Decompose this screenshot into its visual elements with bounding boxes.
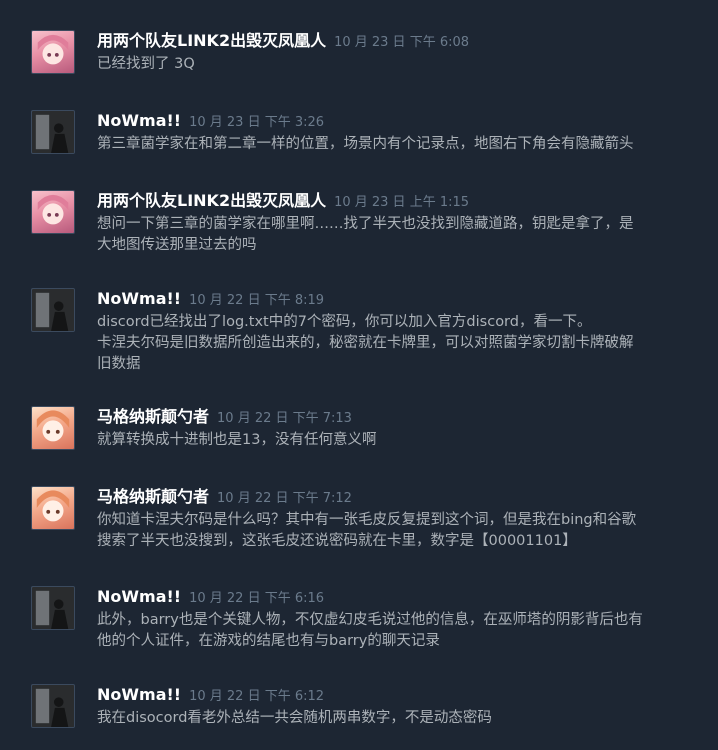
comment-date: 10 月 23 日 下午 3:26	[189, 115, 325, 130]
author-name[interactable]: 用两个队友LINK2出毁灭凤凰人	[97, 31, 326, 50]
avatar[interactable]	[31, 110, 75, 154]
avatar[interactable]	[31, 684, 75, 728]
avatar[interactable]	[31, 288, 75, 332]
comment-date: 10 月 22 日 下午 7:12	[217, 491, 352, 506]
author-name[interactable]: 马格纳斯颠勺者	[97, 407, 209, 426]
comment-text: 此外，barry也是个关键人物，不仅虚幻皮毛说过他的信息，在巫师塔的阴影背后也有…	[97, 612, 643, 649]
anime-girl-avatar-icon	[36, 410, 70, 442]
comment-date: 10 月 22 日 下午 6:12	[189, 689, 325, 704]
comment-text: discord已经找出了log.txt中的7个密码，你可以加入官方discord…	[97, 314, 634, 372]
comment-thread: 用两个队友LINK2出毁灭凤凰人 10 月 23 日 下午 6:08 已经找到了 …	[0, 0, 718, 750]
anime-girl-avatar-icon	[37, 194, 69, 225]
comment-header: NoWma!! 10 月 22 日 下午 6:12	[97, 684, 324, 708]
dark-figure-avatar-icon	[32, 685, 74, 727]
avatar[interactable]	[31, 586, 75, 630]
comment-text: 想问一下第三章的菌学家在哪里啊……找了半天也没找到隐藏道路，钥匙是拿了，是 大地…	[97, 216, 634, 253]
comment-date: 10 月 23 日 下午 6:08	[334, 35, 470, 50]
comment-date: 10 月 22 日 下午 6:16	[189, 591, 325, 606]
anime-girl-avatar-icon	[36, 490, 70, 522]
author-name[interactable]: 用两个队友LINK2出毁灭凤凰人	[97, 191, 326, 210]
dark-figure-avatar-icon	[32, 289, 74, 331]
author-name[interactable]: NoWma!!	[97, 587, 181, 606]
comment-date: 10 月 22 日 下午 7:13	[217, 411, 352, 426]
avatar[interactable]	[31, 486, 75, 530]
comment-header: NoWma!! 10 月 22 日 下午 8:19	[97, 288, 324, 312]
comment-header: 马格纳斯颠勺者 10 月 22 日 下午 7:12	[97, 486, 352, 510]
anime-girl-avatar-icon	[37, 34, 69, 65]
comment-header: NoWma!! 10 月 23 日 下午 3:26	[97, 110, 324, 134]
comment-header: NoWma!! 10 月 22 日 下午 6:16	[97, 586, 324, 610]
comment-date: 10 月 23 日 上午 1:15	[334, 195, 470, 210]
author-name[interactable]: NoWma!!	[97, 685, 181, 704]
comment-header: 用两个队友LINK2出毁灭凤凰人 10 月 23 日 上午 1:15	[97, 190, 469, 214]
comment-text: 我在disocord看老外总结一共会随机两串数字，不是动态密码	[97, 710, 492, 726]
comment-text: 你知道卡涅夫尔码是什么吗？其中有一张毛皮反复提到这个词，但是我在bing和谷歌 …	[97, 512, 637, 549]
avatar[interactable]	[31, 190, 75, 234]
comment-header: 用两个队友LINK2出毁灭凤凰人 10 月 23 日 下午 6:08	[97, 30, 469, 54]
dark-figure-avatar-icon	[32, 111, 74, 153]
author-name[interactable]: 马格纳斯颠勺者	[97, 487, 209, 506]
comment-text: 已经找到了 3Q	[97, 56, 195, 72]
avatar[interactable]	[31, 30, 75, 74]
comment-text: 就算转换成十进制也是13，没有任何意义啊	[97, 432, 377, 448]
dark-figure-avatar-icon	[32, 587, 74, 629]
comment-header: 马格纳斯颠勺者 10 月 22 日 下午 7:13	[97, 406, 352, 430]
avatar[interactable]	[31, 406, 75, 450]
author-name[interactable]: NoWma!!	[97, 111, 181, 130]
comment-text: 第三章菌学家在和第二章一样的位置，场景内有个记录点，地图右下角会有隐藏箭头	[97, 136, 634, 152]
author-name[interactable]: NoWma!!	[97, 289, 181, 308]
comment-date: 10 月 22 日 下午 8:19	[189, 293, 325, 308]
